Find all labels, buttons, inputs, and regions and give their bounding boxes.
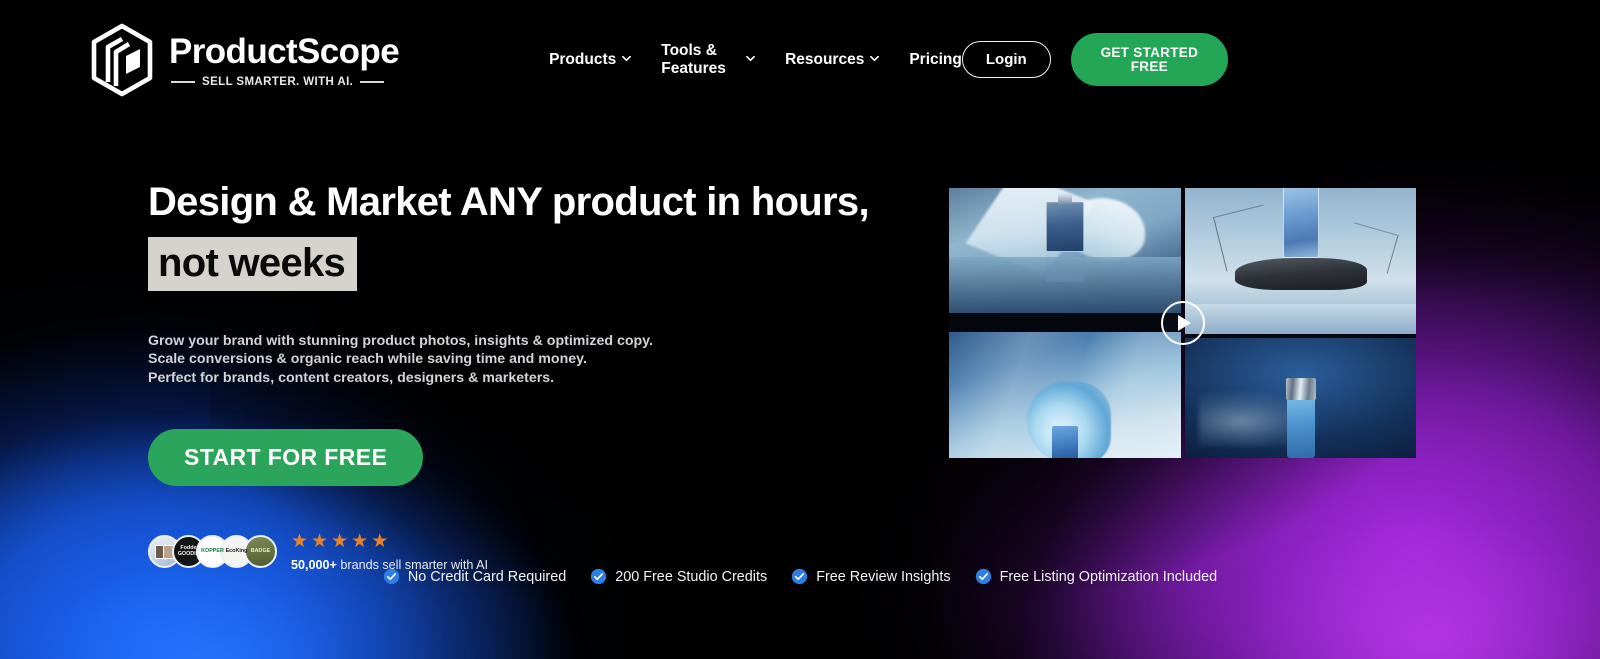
- product-image-top-left: [949, 188, 1181, 313]
- nav-item-tools-features[interactable]: Tools & Features: [661, 42, 755, 78]
- nav-label-resources: Resources: [785, 50, 865, 68]
- nav-label-tools-features: Tools & Features: [661, 41, 726, 77]
- product-image-top-right: [1185, 188, 1416, 334]
- brand-avatar-4-label: EcoKing: [225, 547, 248, 554]
- chevron-down-icon: [746, 54, 755, 63]
- main-nav: Products Tools & Features Resources Pric…: [549, 42, 962, 78]
- check-circle-icon: [975, 568, 991, 585]
- headline-line-2: not weeks: [148, 237, 908, 292]
- hero-subheading: Grow your brand with stunning product ph…: [148, 332, 908, 387]
- auth-actions: Login GET STARTED FREE: [961, 33, 1228, 86]
- grid-gap-left: [949, 313, 1181, 332]
- tagline-rule-right: [360, 80, 385, 83]
- sub-line-1: Grow your brand with stunning product ph…: [148, 333, 653, 350]
- landing-page: ProductScope SELL SMARTER. WITH AI. Prod…: [0, 0, 1600, 659]
- brand-avatar-5-label: BADGE: [250, 547, 271, 554]
- check-circle-icon: [792, 568, 808, 585]
- nav-item-products[interactable]: Products: [549, 50, 632, 69]
- nav-item-resources[interactable]: Resources: [785, 50, 880, 69]
- product-image-bottom-right: [1185, 338, 1416, 458]
- chevron-down-icon: [622, 54, 632, 63]
- get-started-free-button[interactable]: GET STARTED FREE: [1070, 33, 1228, 86]
- star-icon: ★: [291, 530, 309, 552]
- product-image-bottom-left: [949, 332, 1181, 458]
- star-icon: ★: [331, 530, 349, 552]
- benefit-item-no-credit-card: No Credit Card Required: [383, 568, 566, 585]
- star-icon: ★: [351, 530, 369, 552]
- star-icon: ★: [311, 530, 329, 552]
- logo[interactable]: ProductScope SELL SMARTER. WITH AI.: [88, 22, 400, 98]
- hexagon-p-monogram-icon: [91, 23, 153, 96]
- headline-highlight: not weeks: [148, 237, 358, 292]
- sub-line-2: Scale conversions & organic reach while …: [148, 351, 587, 368]
- benefit-label: 200 Free Studio Credits: [615, 568, 768, 585]
- play-button-icon[interactable]: [1160, 301, 1205, 345]
- benefits-row: No Credit Card Required 200 Free Studio …: [0, 568, 1600, 585]
- site-header: ProductScope SELL SMARTER. WITH AI. Prod…: [0, 0, 1600, 119]
- headline-line-1: Design & Market ANY product in hours,: [148, 180, 870, 224]
- benefit-item-listing-optimization: Free Listing Optimization Included: [975, 568, 1218, 585]
- benefit-label: No Credit Card Required: [407, 568, 567, 585]
- brand-avatar-2-label: Fodde GOODIE: [177, 545, 200, 557]
- nav-label-products: Products: [549, 50, 617, 68]
- tagline-rule-left: [171, 80, 195, 83]
- check-circle-icon: [383, 568, 399, 585]
- star-icon: ★: [371, 530, 389, 552]
- hero-video-grid[interactable]: [949, 188, 1416, 458]
- benefit-item-studio-credits: 200 Free Studio Credits: [590, 568, 767, 585]
- nav-item-pricing[interactable]: Pricing: [909, 51, 962, 69]
- benefit-label: Free Review Insights: [816, 568, 951, 585]
- nav-label-pricing: Pricing: [909, 50, 962, 68]
- hero-copy: Design & Market ANY product in hours, no…: [148, 180, 908, 572]
- sub-line-3: Perfect for brands, content creators, de…: [148, 369, 555, 386]
- brand-avatars: Fodde GOODIE KOPPER EcoKing BADGE: [148, 535, 277, 569]
- start-for-free-button[interactable]: START FOR FREE: [148, 428, 424, 486]
- chevron-down-icon: [870, 54, 880, 63]
- benefit-item-review-insights: Free Review Insights: [791, 568, 951, 585]
- check-circle-icon: [591, 568, 607, 585]
- brand-avatar-5: BADGE: [244, 535, 277, 569]
- page-title: Design & Market ANY product in hours, no…: [148, 180, 908, 292]
- social-proof: Fodde GOODIE KOPPER EcoKing BADGE ★ ★ ★ …: [148, 532, 908, 572]
- benefit-label: Free Listing Optimization Included: [999, 568, 1218, 585]
- star-rating: ★ ★ ★ ★ ★: [291, 532, 488, 551]
- play-triangle: [1178, 315, 1191, 331]
- logo-wordmark: ProductScope: [169, 31, 400, 71]
- logo-tagline-row: SELL SMARTER. WITH AI.: [169, 76, 399, 88]
- logo-tagline: SELL SMARTER. WITH AI.: [202, 75, 354, 88]
- login-button[interactable]: Login: [961, 41, 1051, 78]
- rating-block: ★ ★ ★ ★ ★ 50,000+ brands sell smarter wi…: [291, 532, 488, 572]
- brand-avatar-3-label: KOPPER: [201, 547, 224, 554]
